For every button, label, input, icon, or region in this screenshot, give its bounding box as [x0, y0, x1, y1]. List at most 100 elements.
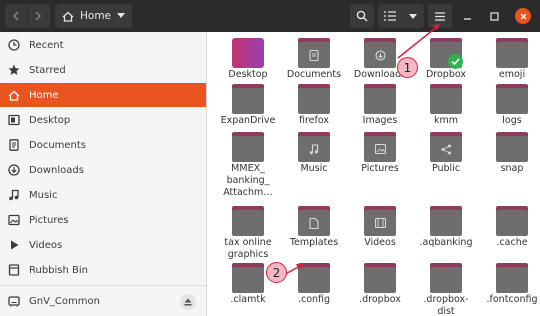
clock-icon [8, 39, 20, 51]
maximize-button[interactable] [485, 4, 503, 28]
eject-button[interactable] [180, 294, 196, 310]
minimize-icon [463, 17, 471, 20]
sidebar-item-videos[interactable]: Videos [0, 233, 206, 257]
file-name: Images [362, 115, 398, 126]
file-name: ExpanDrive [220, 115, 276, 126]
sidebar-item-rubbish-bin[interactable]: Rubbish Bin [0, 258, 206, 282]
sidebar-item-label: Music [29, 189, 58, 201]
desktop-icon [8, 114, 20, 126]
document-icon [8, 139, 20, 151]
view-options-button[interactable] [401, 4, 424, 28]
file-name: firefox [298, 115, 329, 126]
chevron-down-icon [117, 13, 125, 18]
file-name: snap [500, 163, 524, 174]
file-item-fontconfig[interactable]: .fontconfig [479, 259, 540, 316]
file-name: Music [300, 163, 328, 174]
download-icon [8, 164, 20, 176]
file-name: .aqbanking [419, 237, 473, 248]
sidebar-item-downloads[interactable]: Downloads [0, 158, 206, 182]
file-item-dropbox-hidden[interactable]: .dropbox [347, 259, 413, 316]
hamburger-menu-icon [435, 11, 445, 21]
file-item-music[interactable]: Music [281, 128, 347, 194]
minimize-button[interactable] [458, 4, 476, 28]
video-icon [8, 239, 20, 251]
file-name: .fontconfig [486, 294, 538, 305]
file-grid: Desktop Documents Downloads Dropbox emoj… [208, 32, 540, 316]
location-label: Home [80, 10, 112, 22]
sidebar-item-label: Downloads [29, 164, 84, 176]
public-folder-icon [430, 132, 462, 162]
file-name: MMEX_ banking_ Attachm… [223, 163, 273, 198]
sidebar-item-label: Videos [29, 239, 63, 251]
picture-icon [8, 214, 20, 226]
sidebar-item-desktop[interactable]: Desktop [0, 108, 206, 132]
folder-icon [232, 132, 264, 162]
location-button[interactable]: Home [55, 4, 132, 28]
file-name: Templates [289, 237, 339, 248]
documents-folder-icon [298, 38, 330, 68]
home-icon [62, 11, 74, 22]
file-name: logs [502, 115, 522, 126]
downloads-folder-icon [364, 38, 396, 68]
annotation-marker-1: 1 [397, 57, 418, 78]
sidebar-item-music[interactable]: Music [0, 183, 206, 207]
menu-button[interactable] [428, 4, 452, 28]
search-button[interactable] [350, 4, 374, 28]
eject-icon [184, 298, 192, 306]
folder-icon [496, 84, 528, 114]
file-item-public[interactable]: Public [413, 128, 479, 194]
sidebar-item-pictures[interactable]: Pictures [0, 208, 206, 232]
drive-icon [8, 295, 20, 307]
back-button[interactable] [5, 4, 27, 28]
trash-icon [8, 264, 20, 276]
templates-folder-icon [298, 206, 330, 236]
folder-icon [496, 206, 528, 236]
sidebar: Recent Starred Home Desktop Documents Do… [0, 32, 207, 316]
folder-icon [496, 132, 528, 162]
folder-icon [298, 263, 330, 293]
sidebar-item-documents[interactable]: Documents [0, 133, 206, 157]
file-item-config[interactable]: .config [281, 259, 347, 316]
folder-icon [298, 84, 330, 114]
forward-button[interactable] [27, 4, 49, 28]
videos-folder-icon [364, 206, 396, 236]
sidebar-item-label: Pictures [29, 214, 69, 226]
sidebar-item-label: Desktop [29, 114, 71, 126]
folder-icon [430, 84, 462, 114]
sidebar-item-home[interactable]: Home [0, 83, 206, 107]
folder-icon [232, 206, 264, 236]
music-icon [8, 189, 20, 201]
close-button[interactable] [515, 8, 531, 24]
dropbox-folder-icon [430, 38, 463, 69]
folder-icon [232, 263, 264, 293]
sidebar-item-gnv-common[interactable]: GnV_Common [0, 289, 206, 313]
file-name: .dropbox- dist [423, 294, 469, 316]
file-item-snap[interactable]: snap [479, 128, 540, 194]
sidebar-item-label: Home [29, 89, 59, 101]
sidebar-item-starred[interactable]: Starred [0, 58, 206, 82]
sidebar-item-label: Rubbish Bin [29, 264, 89, 276]
chevron-left-icon [13, 11, 19, 21]
file-item-dropbox-dist[interactable]: .dropbox- dist [413, 259, 479, 316]
sidebar-item-label: Documents [29, 139, 87, 151]
file-item-pictures[interactable]: Pictures [347, 128, 413, 194]
chevron-right-icon [35, 11, 41, 21]
sidebar-item-recent[interactable]: Recent [0, 33, 206, 57]
view-toggle-button[interactable] [378, 4, 401, 28]
file-name: .config [297, 294, 331, 305]
folder-icon [496, 263, 528, 293]
file-name: .dropbox [359, 294, 401, 305]
list-view-icon [383, 11, 396, 21]
annotation-marker-2: 2 [266, 262, 287, 283]
search-icon [356, 10, 368, 22]
folder-icon [232, 84, 264, 114]
desktop-folder-icon [232, 38, 264, 68]
file-item-mmex-banking-attachments[interactable]: MMEX_ banking_ Attachm… [215, 128, 281, 198]
folder-icon [430, 263, 462, 293]
file-name: kmm [433, 115, 458, 126]
star-icon [8, 64, 20, 76]
folder-icon [496, 38, 528, 68]
home-icon [8, 89, 20, 101]
folder-icon [430, 206, 462, 236]
sidebar-item-label: GnV_Common [29, 295, 100, 307]
